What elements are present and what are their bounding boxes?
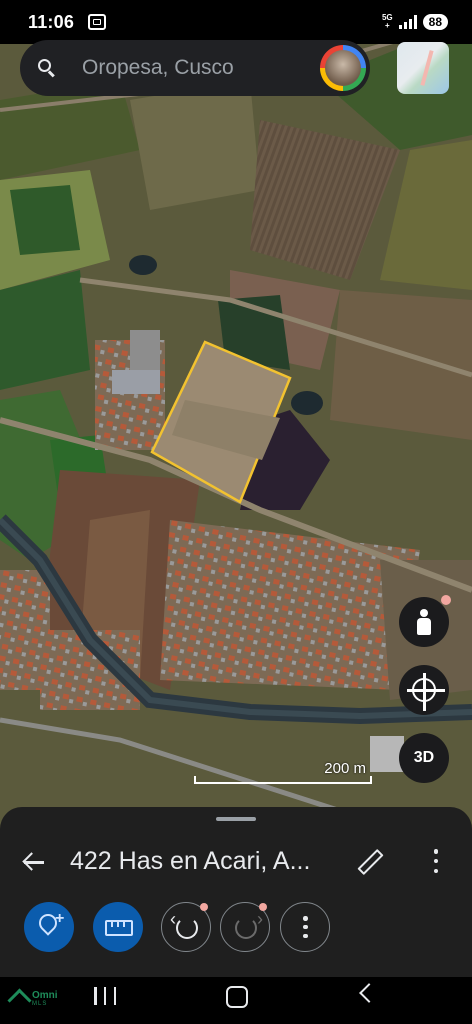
battery-level: 88 [422,14,448,30]
undo-button[interactable] [161,902,211,952]
recents-button[interactable] [94,987,116,1005]
back-arrow-icon[interactable] [22,851,44,873]
notification-dot [200,903,208,911]
bottom-sheet: 422 Has en Acari, A... + [0,807,472,977]
home-button[interactable] [226,986,248,1008]
satellite-map[interactable] [0,40,472,830]
edit-pencil-icon[interactable] [356,849,380,873]
back-button[interactable] [359,983,379,1003]
house-logo-icon [8,992,28,1008]
network-sub: + [384,21,390,30]
my-location-button[interactable] [399,665,449,715]
notification-dot [259,903,267,911]
watermark-logo: Omni MLS [8,991,58,1009]
pegman-icon [417,609,431,635]
add-pin-button[interactable]: + [24,902,74,952]
drawing-toolbar: + [0,897,472,957]
ruler-icon [105,920,133,936]
search-bar[interactable]: Oropesa, Cusco [20,40,370,96]
avatar[interactable] [320,45,366,91]
map-imagery [0,40,472,830]
map-scale: 200 m [194,760,372,784]
project-title[interactable]: 422 Has en Acari, A... [70,847,310,876]
drag-handle[interactable] [216,817,256,821]
3d-toggle-button[interactable]: 3D [399,733,449,783]
redo-button[interactable] [220,902,270,952]
undo-icon [170,909,198,939]
more-options-icon[interactable] [433,849,439,873]
search-input[interactable]: Oropesa, Cusco [82,56,234,80]
signal-icon [398,15,417,29]
status-right: 5G + 88 [382,14,448,30]
status-bar: 11:06 5G + 88 [0,0,472,44]
system-nav-bar: Omni MLS [0,977,472,1024]
street-view-button[interactable] [399,595,451,647]
more-icon [303,916,308,938]
status-time: 11:06 [28,11,75,32]
redo-icon [235,909,263,939]
more-tools-button[interactable] [280,902,330,952]
minimap-thumbnail[interactable] [397,42,449,94]
crosshair-icon [407,673,445,711]
measure-button[interactable] [93,902,143,952]
search-icon[interactable] [36,57,58,79]
screen-capture-icon [88,14,107,30]
watermark-line2: MLS [32,1001,48,1007]
scale-bar [194,776,372,784]
scale-label: 200 m [324,760,366,777]
sheet-header: 422 Has en Acari, A... [0,837,472,887]
notification-dot [441,595,451,605]
watermark-line1: Omni [32,990,58,1001]
network-indicator: 5G + [382,14,393,30]
